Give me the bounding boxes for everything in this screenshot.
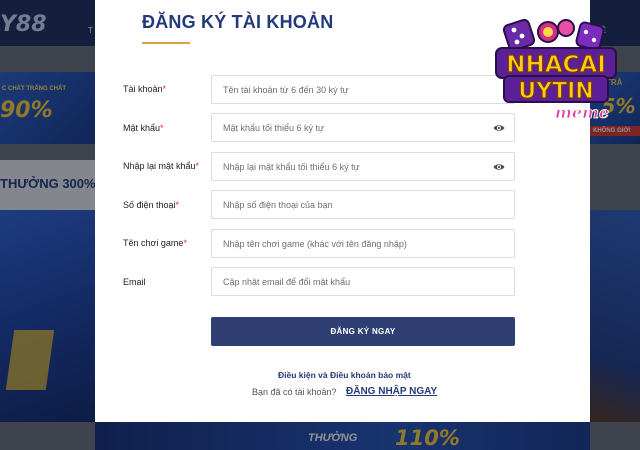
- login-link[interactable]: ĐĂNG NHẬP NGAY: [346, 386, 437, 397]
- phone-label: Số điện thoại*: [123, 200, 179, 210]
- username-field: [211, 75, 515, 104]
- chip-icon: [537, 19, 575, 43]
- required-mark: *: [195, 161, 200, 171]
- email-input[interactable]: [212, 268, 514, 295]
- watermark-line1: NHACAI: [506, 52, 606, 78]
- label-text: Mật khẩu: [123, 123, 161, 133]
- email-field: [211, 267, 515, 296]
- required-mark: *: [183, 238, 187, 248]
- confirm-password-label: Nhập lại mật khẩu*: [123, 161, 199, 171]
- game-name-label: Tên chơi game*: [123, 238, 187, 248]
- label-text: Tên chơi game: [123, 238, 184, 248]
- username-label: Tài khoản*: [123, 84, 166, 94]
- password-label: Mật khẩu*: [123, 123, 164, 133]
- label-text: Tài khoản: [123, 84, 163, 94]
- confirm-password-input[interactable]: [212, 153, 514, 180]
- phone-input[interactable]: [212, 191, 514, 218]
- required-mark: *: [160, 123, 164, 133]
- title-underline: [142, 42, 190, 44]
- confirm-password-field: [211, 152, 515, 181]
- phone-field: [211, 190, 515, 219]
- eye-icon[interactable]: [493, 123, 505, 133]
- modal-title: ĐĂNG KÝ TÀI KHOẢN: [142, 12, 334, 32]
- register-button[interactable]: ĐĂNG KÝ NGAY: [211, 317, 515, 346]
- email-label: Email: [123, 277, 146, 287]
- label-text: Email: [123, 277, 146, 287]
- watermark-line3: meme: [555, 103, 609, 122]
- watermark-line2: UYTIN: [518, 79, 593, 104]
- password-input[interactable]: [212, 114, 514, 141]
- required-mark: *: [162, 84, 167, 94]
- login-question: Bạn đã có tài khoản?: [252, 387, 337, 397]
- required-mark: *: [175, 200, 180, 210]
- label-text: Nhập lại mật khẩu: [123, 161, 196, 171]
- eye-icon[interactable]: [493, 162, 505, 172]
- watermark-logo: NHACAI UYTIN meme: [495, 18, 617, 122]
- password-field: [211, 113, 515, 142]
- terms-link[interactable]: Điều kiện và Điều khoản bảo mật: [278, 370, 411, 380]
- label-text: Số điện thoại: [123, 200, 176, 210]
- game-name-input[interactable]: [212, 230, 514, 257]
- username-input[interactable]: [212, 76, 514, 103]
- game-name-field: [211, 229, 515, 258]
